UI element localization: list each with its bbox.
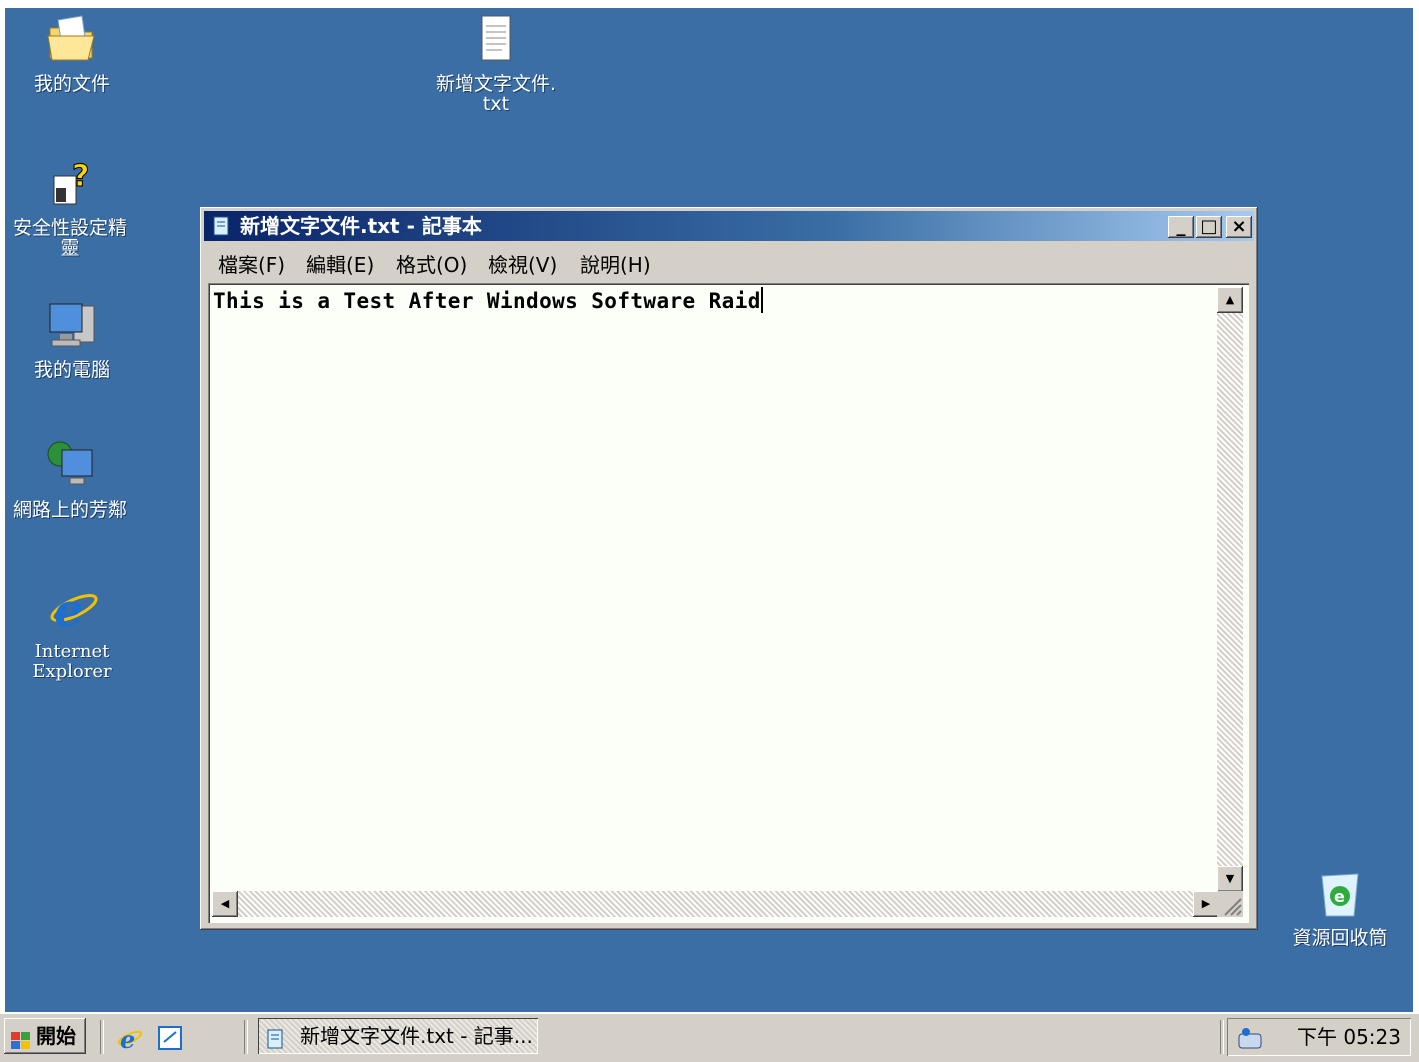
minimize-button[interactable]: _ bbox=[1168, 216, 1194, 238]
desktop: 我的文件 新增文字文件. txt ? 安全性設定精 靈 我的電腦 網路上的芳鄰 … bbox=[5, 8, 1413, 1012]
desktop-icon-label: 安全性設定精 靈 bbox=[12, 217, 127, 259]
notepad-window: 新增文字文件.txt - 記事本 _ □ × 檔案(F) 編輯(E) 格式(O)… bbox=[200, 207, 1258, 930]
desktop-icon-recycle-bin[interactable]: e 資源回收筒 bbox=[1265, 866, 1415, 948]
taskbar-notepad-label: 新增文字文件.txt - 記事... bbox=[300, 1024, 533, 1048]
menu-help[interactable]: 說明(H) bbox=[580, 249, 651, 278]
desktop-icon-my-computer[interactable]: 我的電腦 bbox=[0, 298, 147, 380]
svg-text:e: e bbox=[1334, 887, 1345, 906]
start-label: 開始 bbox=[36, 1024, 76, 1048]
desktop-icon-label: 我的文件 bbox=[33, 73, 110, 95]
menu-format[interactable]: 格式(O) bbox=[396, 249, 467, 278]
svg-text:e: e bbox=[54, 583, 83, 636]
text-file-icon bbox=[468, 12, 524, 68]
menu-edit[interactable]: 編輯(E) bbox=[306, 249, 374, 278]
minimize-icon: _ bbox=[1176, 216, 1186, 237]
vertical-scrollbar[interactable]: ▲ ▼ bbox=[1217, 287, 1243, 892]
desktop-icon-security-wizard[interactable]: ? 安全性設定精 靈 bbox=[0, 156, 145, 259]
taskbar-separator bbox=[1220, 1020, 1224, 1054]
recycle-bin-icon: e bbox=[1312, 866, 1368, 922]
quicklaunch-show-desktop[interactable] bbox=[156, 1024, 184, 1056]
desktop-icon-my-documents[interactable]: 我的文件 bbox=[0, 12, 147, 94]
text-caret bbox=[760, 287, 763, 313]
close-button[interactable]: × bbox=[1226, 216, 1252, 238]
horizontal-scrollbar[interactable]: ◀ ▶ bbox=[212, 891, 1219, 917]
notepad-icon bbox=[266, 1025, 286, 1061]
taskbar: 開始 e 新增文字文件.txt - 記事... 下午 05:23 bbox=[0, 1012, 1419, 1062]
editor-text: This is a Test After Windows Software Ra… bbox=[213, 289, 761, 313]
menu-file[interactable]: 檔案(F) bbox=[218, 249, 285, 278]
desktop-icon-network-places[interactable]: 網路上的芳鄰 bbox=[0, 438, 145, 520]
internet-explorer-icon: e bbox=[117, 1025, 143, 1054]
maximize-icon: □ bbox=[1200, 216, 1218, 237]
taskbar-separator bbox=[244, 1020, 248, 1054]
desktop-icon-label: 網路上的芳鄰 bbox=[12, 499, 127, 521]
scroll-left-button[interactable]: ◀ bbox=[212, 891, 238, 917]
quicklaunch-ie[interactable]: e bbox=[116, 1024, 144, 1056]
maximize-button[interactable]: □ bbox=[1196, 216, 1222, 238]
desktop-icon-label: 我的電腦 bbox=[33, 359, 110, 381]
taskbar-notepad-button[interactable]: 新增文字文件.txt - 記事... bbox=[258, 1018, 538, 1054]
close-icon: × bbox=[1231, 216, 1247, 237]
notepad-title-bar[interactable]: 新增文字文件.txt - 記事本 _ □ × bbox=[204, 211, 1254, 241]
scroll-up-button[interactable]: ▲ bbox=[1217, 287, 1243, 313]
security-wizard-icon: ? bbox=[42, 156, 98, 212]
menu-view[interactable]: 檢視(V) bbox=[488, 249, 557, 278]
desktop-icon-label: 資源回收筒 bbox=[1292, 927, 1388, 949]
svg-text:?: ? bbox=[72, 159, 89, 194]
show-desktop-icon bbox=[158, 1026, 182, 1050]
start-button[interactable]: 開始 bbox=[4, 1018, 86, 1054]
scroll-down-button[interactable]: ▼ bbox=[1217, 866, 1243, 892]
editor-content[interactable]: This is a Test After Windows Software Ra… bbox=[213, 287, 763, 313]
my-computer-icon bbox=[44, 298, 100, 354]
resize-grip[interactable] bbox=[1217, 891, 1243, 917]
window-title: 新增文字文件.txt - 記事本 bbox=[240, 214, 482, 238]
desktop-icon-label: 新增文字文件. txt bbox=[435, 73, 557, 115]
text-editor[interactable]: This is a Test After Windows Software Ra… bbox=[208, 283, 1249, 923]
desktop-icon-label: Internet Explorer bbox=[32, 641, 112, 682]
windows-flag-icon bbox=[10, 1026, 32, 1062]
desktop-icon-text-file[interactable]: 新增文字文件. txt bbox=[421, 12, 571, 114]
taskbar-separator bbox=[100, 1020, 104, 1054]
svg-text:e: e bbox=[120, 1025, 135, 1052]
internet-explorer-icon: e bbox=[44, 580, 100, 637]
clock[interactable]: 下午 05:23 bbox=[1297, 1018, 1401, 1056]
network-places-icon bbox=[42, 438, 98, 494]
scroll-right-button[interactable]: ▶ bbox=[1193, 891, 1219, 917]
notepad-icon bbox=[212, 215, 232, 237]
desktop-icon-internet-explorer[interactable]: e Internet Explorer bbox=[0, 580, 147, 682]
system-tray: 下午 05:23 bbox=[1227, 1018, 1411, 1056]
menu-bar: 檔案(F) 編輯(E) 格式(O) 檢視(V) 說明(H) bbox=[204, 245, 1254, 278]
my-documents-icon bbox=[44, 12, 100, 68]
